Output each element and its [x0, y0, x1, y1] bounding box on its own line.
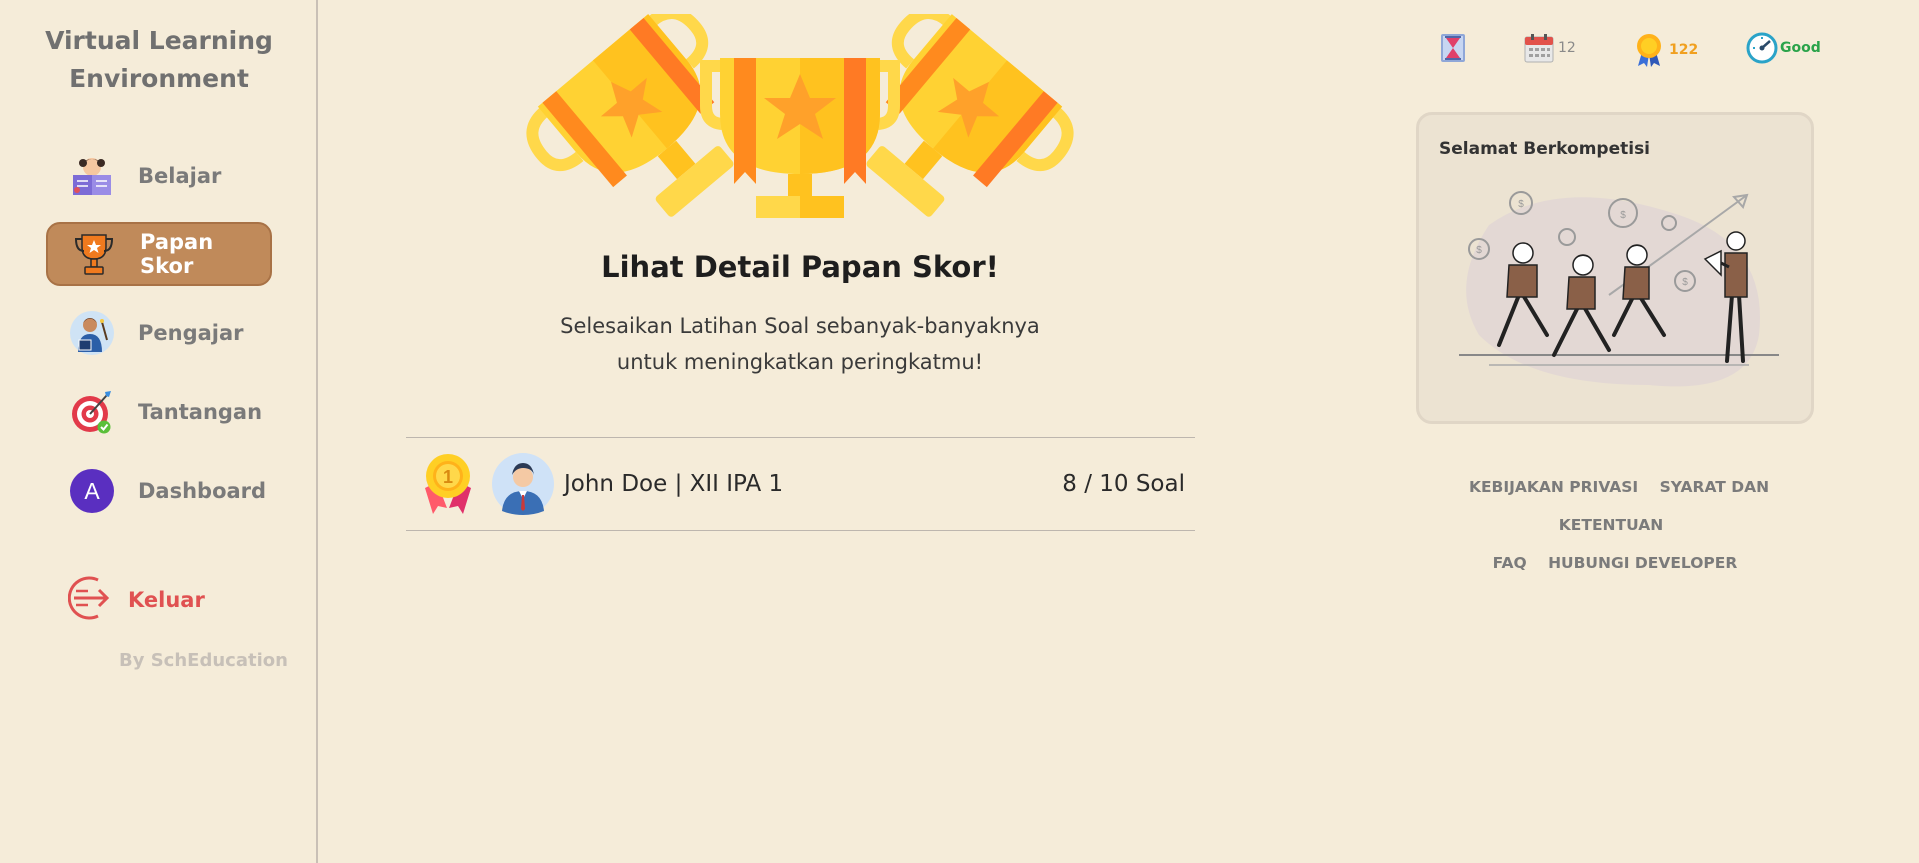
subtitle-line-2: untuk meningkatkan peringkatmu!	[616, 350, 984, 374]
page-title: Lihat Detail Papan Skor!	[601, 250, 999, 284]
trophy-icon	[70, 230, 118, 278]
avatar-letter: A	[70, 469, 114, 513]
sidebar-item-tantangan[interactable]: Tantangan	[46, 380, 272, 444]
hourglass-icon	[1441, 34, 1465, 62]
sidebar-item-label: Pengajar	[138, 321, 244, 345]
page-subtitle: Selesaikan Latihan Soal sebanyak-banyakn…	[500, 308, 1100, 380]
promo-title: Selamat Berkompetisi	[1439, 139, 1651, 159]
promo-card: Selamat Berkompetisi $ $ $ $	[1416, 112, 1814, 424]
sidebar-item-belajar[interactable]: Belajar	[46, 144, 272, 208]
sidebar-item-label: Papan Skor	[140, 230, 214, 278]
calendar-icon	[1524, 34, 1554, 63]
subtitle-line-1: Selesaikan Latihan Soal sebanyak-banyakn…	[560, 314, 1040, 338]
teacher-icon	[68, 309, 116, 357]
student-name: John Doe | XII IPA 1	[564, 471, 784, 497]
speedometer-icon	[1746, 32, 1778, 64]
medal-icon	[1637, 34, 1661, 67]
performance-status[interactable]: Good	[1746, 32, 1821, 64]
brand-title: Virtual Learning Environment	[0, 22, 318, 98]
brand-line-2: Environment	[69, 64, 249, 93]
sidebar-item-label: Dashboard	[138, 479, 267, 503]
status-bar: 12 122 Good	[1430, 32, 1850, 72]
svg-text:$: $	[1476, 245, 1482, 256]
leaderboard-row[interactable]: 1 John Doe | XII IPA 1 8 / 10 Soal	[406, 437, 1195, 531]
svg-text:$: $	[1620, 210, 1626, 221]
logout-icon	[67, 574, 116, 626]
sidebar-item-label: Belajar	[138, 164, 222, 188]
sidebar-item-papan-skor[interactable]: Papan Skor	[46, 222, 272, 286]
faq-link[interactable]: FAQ	[1493, 554, 1527, 572]
contact-developer-link[interactable]: HUBUNGI DEVELOPER	[1548, 554, 1737, 572]
sidebar-item-label: Tantangan	[138, 400, 263, 424]
svg-text:$: $	[1518, 199, 1524, 210]
footer-links: KEBIJAKAN PRIVASI SYARAT DAN KETENTUAN F…	[1416, 468, 1814, 582]
app-root: Virtual Learning Environment Belajar Pap…	[0, 0, 1919, 863]
trophies-illustration	[526, 14, 1074, 218]
calendar-status[interactable]: 12	[1523, 32, 1576, 64]
calendar-count: 12	[1558, 40, 1576, 56]
sidebar: Virtual Learning Environment Belajar Pap…	[0, 0, 318, 863]
gold-medal-icon: 1	[425, 454, 471, 514]
reading-student-icon	[68, 152, 116, 200]
logout-label: Keluar	[128, 588, 205, 612]
rank-number: 1	[443, 467, 453, 487]
byline: By SchEducation	[119, 650, 288, 671]
sidebar-item-pengajar[interactable]: Pengajar	[46, 301, 272, 365]
medal-status[interactable]: 122	[1633, 32, 1698, 68]
svg-text:$: $	[1682, 277, 1688, 288]
hourglass-status[interactable]	[1438, 32, 1468, 64]
competition-illustration: $ $ $ $	[1459, 191, 1779, 387]
logout-button[interactable]: Keluar	[67, 574, 205, 626]
avatar: A	[68, 467, 116, 515]
student-score: 8 / 10 Soal	[1062, 471, 1185, 497]
sidebar-item-dashboard[interactable]: A Dashboard	[46, 459, 272, 523]
target-icon	[68, 388, 116, 436]
medal-points: 122	[1669, 42, 1699, 58]
privacy-link[interactable]: KEBIJAKAN PRIVASI	[1469, 478, 1638, 496]
performance-label: Good	[1780, 40, 1821, 56]
user-avatar	[492, 453, 554, 515]
brand-line-1: Virtual Learning	[45, 26, 273, 55]
